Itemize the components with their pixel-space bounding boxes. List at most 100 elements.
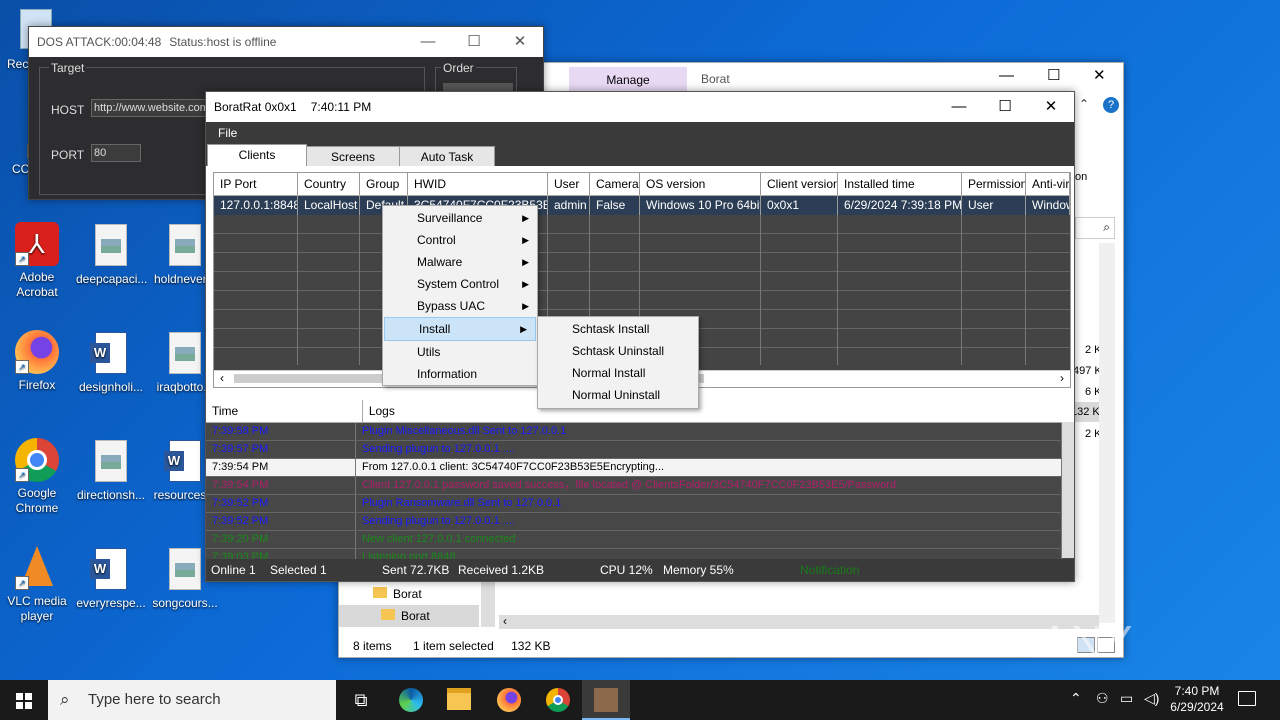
image-file-icon: [163, 332, 207, 376]
minimize-button[interactable]: —: [999, 67, 1014, 84]
log-time: 7:39:57 PM: [206, 441, 356, 458]
taskbar-search-box[interactable]: ⌕ Type here to search: [48, 680, 336, 720]
menu-item-normal-uninstall[interactable]: Normal Uninstall: [538, 384, 698, 406]
log-row[interactable]: 7:39:54 PM From 127.0.0.1 client: 3C54740…: [206, 459, 1074, 477]
task-view-icon[interactable]: ⧉: [349, 688, 373, 712]
maximize-button[interactable]: ☐: [1047, 66, 1060, 84]
rat-title: BoratRat 0x0x1: [214, 100, 297, 114]
table-row[interactable]: 127.0.0.1:8848 LocalHost Default 3C54740…: [214, 196, 1070, 216]
column-header[interactable]: Group: [360, 173, 408, 195]
log-row[interactable]: 7:39:52 PM Sending plugun to 127.0.0.1 ..…: [206, 513, 1074, 531]
menu-item-control[interactable]: Control ▶: [383, 229, 537, 251]
column-header[interactable]: User: [548, 173, 590, 195]
log-message: Plugin Ransomware.dll Sent to 127.0.0.1: [356, 495, 1062, 512]
desktop-icon-label: Adobe Acrobat: [16, 270, 58, 299]
nav-scrollbar[interactable]: [481, 581, 495, 627]
desktop-icon-everyrespe[interactable]: W everyrespe...: [76, 546, 146, 611]
port-label: PORT: [51, 148, 85, 162]
tab-auto-task[interactable]: Auto Task: [399, 146, 495, 168]
log-row[interactable]: 7:39:54 PM Client 127.0.0.1 password save…: [206, 477, 1074, 495]
tab-screens[interactable]: Screens: [306, 146, 400, 168]
menu-item-schtask-install[interactable]: Schtask Install: [538, 318, 698, 340]
logs-vertical-scrollbar[interactable]: [1062, 422, 1074, 558]
log-message: Plugin Miscellaneous.dll Sent to 127.0.0…: [356, 423, 1062, 440]
column-header[interactable]: IP Port: [214, 173, 298, 195]
menu-item-information[interactable]: Information: [383, 363, 537, 385]
close-button[interactable]: ✕: [1093, 66, 1106, 84]
column-header[interactable]: Time: [206, 400, 363, 422]
menu-item-malware[interactable]: Malware ▶: [383, 251, 537, 273]
column-header[interactable]: Camera: [590, 173, 640, 195]
chrome-taskbar-icon[interactable]: [546, 688, 570, 712]
volume-icon[interactable]: ◁): [1144, 690, 1159, 707]
log-row[interactable]: 7:39:20 PM New client 127.0.0.1 connected: [206, 531, 1074, 549]
notification-center-icon[interactable]: [1238, 691, 1256, 706]
desktop-icon-google-chrome[interactable]: ↗ Google Chrome: [2, 438, 72, 516]
menu-item-install[interactable]: Install ▶: [384, 317, 536, 341]
column-header[interactable]: Anti-viru: [1026, 173, 1070, 195]
chrome-icon: ↗: [15, 438, 59, 482]
menu-item-normal-install[interactable]: Normal Install: [538, 362, 698, 384]
menu-file[interactable]: File: [218, 126, 237, 140]
rat-title-bar[interactable]: BoratRat 0x0x1 7:40:11 PM — ☐ ✕: [206, 92, 1074, 122]
help-icon[interactable]: ?: [1103, 97, 1119, 113]
desktop-icon-deepcapaci[interactable]: deepcapaci...: [76, 222, 147, 287]
ribbon-collapse-icon[interactable]: ⌃: [1079, 97, 1089, 111]
clock[interactable]: 7:40 PM 6/29/2024: [1164, 683, 1230, 715]
close-button[interactable]: ✕: [1028, 92, 1074, 122]
tree-item-borat[interactable]: Borat: [373, 583, 422, 605]
maximize-button[interactable]: ☐: [451, 27, 497, 57]
boratrat-taskbar-button[interactable]: [582, 680, 630, 720]
file-explorer-icon[interactable]: [447, 688, 471, 710]
menu-item-utils[interactable]: Utils: [383, 341, 537, 363]
desktop-icon-firefox[interactable]: ↗ Firefox: [2, 330, 72, 393]
manage-tab[interactable]: Manage: [569, 67, 687, 93]
tab-clients[interactable]: Clients: [207, 144, 307, 168]
table-cell: admin: [548, 196, 590, 215]
table-cell: 0x0x1: [761, 196, 838, 215]
port-input[interactable]: [91, 144, 141, 162]
network-tray-icon[interactable]: ⚇: [1096, 690, 1109, 707]
logs-panel[interactable]: Time Logs 7:39:58 PM Plugin Miscellaneous…: [206, 400, 1074, 567]
menu-item-bypass-uac[interactable]: Bypass UAC ▶: [383, 295, 537, 317]
minimize-button[interactable]: —: [405, 27, 451, 57]
column-header[interactable]: Installed time: [838, 173, 962, 195]
menu-item-surveillance[interactable]: Surveillance ▶: [383, 207, 537, 229]
dos-title-bar[interactable]: DOS ATTACK:00:04:48 Status:host is offli…: [29, 27, 543, 57]
minimize-button[interactable]: —: [936, 92, 982, 122]
tree-item-borat-selected[interactable]: Borat: [339, 605, 479, 627]
start-button[interactable]: [0, 680, 48, 720]
maximize-button[interactable]: ☐: [982, 92, 1028, 122]
column-header[interactable]: Permission: [962, 173, 1026, 195]
log-row[interactable]: 7:39:57 PM Sending plugun to 127.0.0.1 ..…: [206, 441, 1074, 459]
search-box[interactable]: ⌕: [1075, 217, 1115, 239]
chevron-left-icon[interactable]: ‹: [503, 614, 507, 628]
log-time: 7:39:58 PM: [206, 423, 356, 440]
desktop-icon-adobe-acrobat[interactable]: ⅄ ↗ Adobe Acrobat: [2, 222, 72, 300]
horizontal-scrollbar[interactable]: ‹: [499, 614, 1099, 629]
desktop-icon-directionsh[interactable]: directionsh...: [76, 438, 146, 503]
log-row[interactable]: 7:39:52 PM Plugin Ransomware.dll Sent to …: [206, 495, 1074, 513]
firefox-taskbar-icon[interactable]: [497, 688, 521, 712]
status-received: Received 1.2KB: [458, 563, 545, 577]
column-header[interactable]: HWID: [408, 173, 548, 195]
menu-item-schtask-uninstall[interactable]: Schtask Uninstall: [538, 340, 698, 362]
chevron-right-icon[interactable]: ›: [1060, 371, 1064, 385]
column-header[interactable]: OS version: [640, 173, 761, 195]
desktop-icon-designholi[interactable]: W designholi...: [76, 330, 146, 395]
desktop-icon-vlc[interactable]: ↗ VLC media player: [2, 546, 72, 624]
column-header[interactable]: Country: [298, 173, 360, 195]
column-header[interactable]: Logs: [363, 400, 1074, 422]
ethernet-icon[interactable]: ▭: [1120, 690, 1133, 707]
menu-item-system-control[interactable]: System Control ▶: [383, 273, 537, 295]
search-icon: ⌕: [1103, 220, 1110, 234]
status-notification[interactable]: Notification: [800, 559, 859, 581]
log-row[interactable]: 7:39:58 PM Plugin Miscellaneous.dll Sent …: [206, 423, 1074, 441]
column-header[interactable]: Client version: [761, 173, 838, 195]
host-input[interactable]: [91, 99, 213, 117]
show-hidden-icons[interactable]: ⌃: [1070, 690, 1082, 707]
edge-icon[interactable]: [399, 688, 423, 712]
vertical-scrollbar[interactable]: [1099, 243, 1115, 623]
close-button[interactable]: ✕: [497, 27, 543, 57]
chevron-left-icon[interactable]: ‹: [220, 371, 224, 385]
